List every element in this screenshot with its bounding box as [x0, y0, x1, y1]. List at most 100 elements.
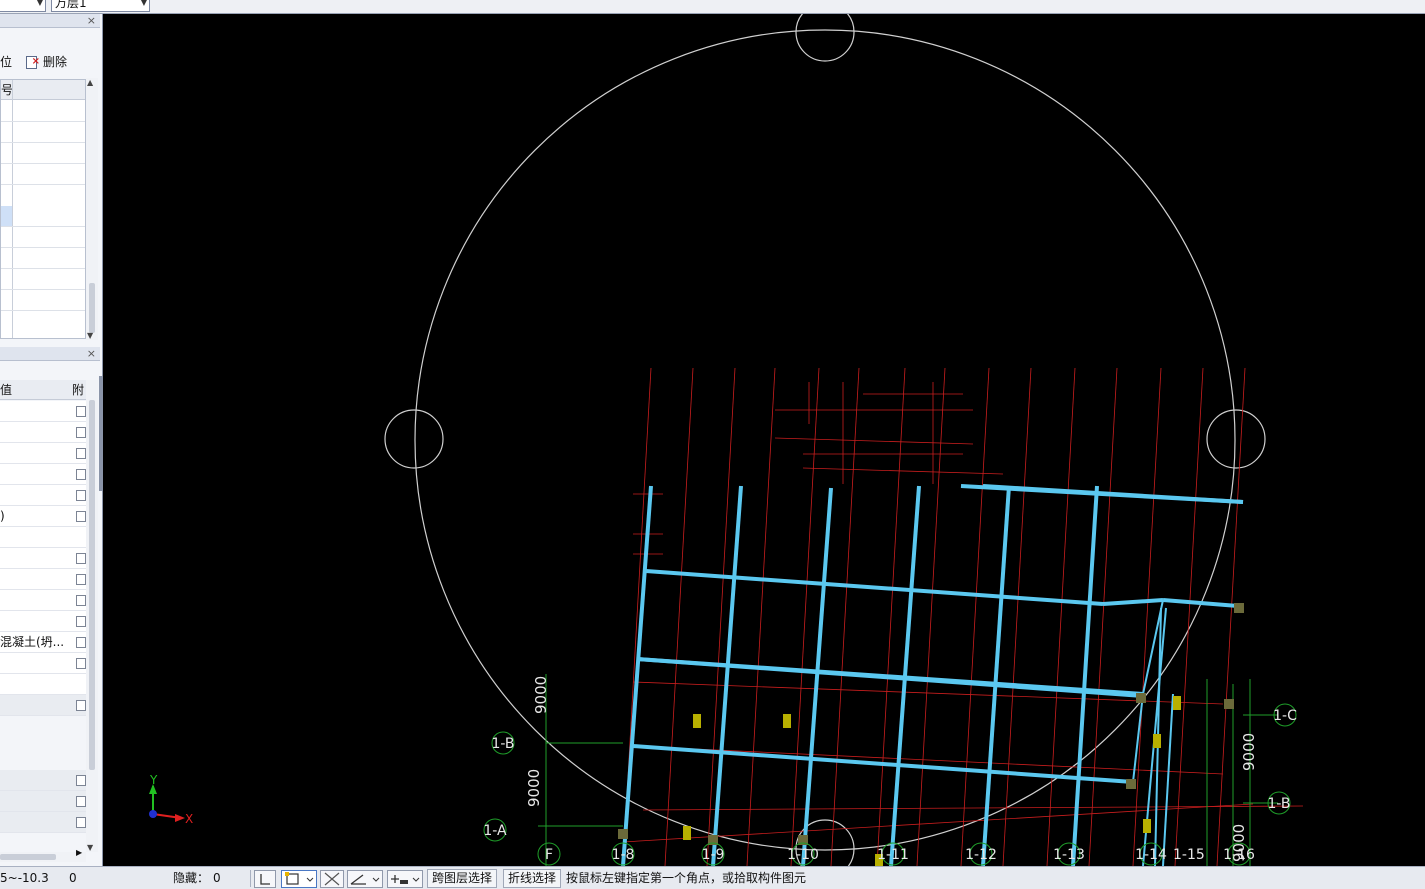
- component-list-scrollbar[interactable]: ▲ ▼: [86, 78, 98, 340]
- property-row[interactable]: [0, 464, 86, 485]
- property-row[interactable]: [0, 548, 86, 569]
- property-row[interactable]: [0, 674, 86, 695]
- property-row[interactable]: [0, 590, 86, 611]
- delete-button[interactable]: 删除: [43, 51, 67, 73]
- property-row[interactable]: [0, 527, 86, 548]
- axis-label: 1-11: [877, 847, 909, 863]
- delete-icon[interactable]: [26, 51, 40, 73]
- ucs-axis-icon: Y X: [149, 773, 193, 826]
- scroll-up-icon[interactable]: ▲: [87, 78, 93, 87]
- attached-checkbox[interactable]: [76, 658, 86, 669]
- beam: [1162, 693, 1174, 866]
- drawing-canvas[interactable]: 1-B 1-A F 1-8 1-9 1-10 1-11 1-12 1-13 1-14 1-16 1-C…: [103, 14, 1425, 866]
- axis-label: 1-A: [483, 823, 507, 839]
- axis-line-red: [642, 805, 1304, 811]
- axis-label: 1-8: [612, 847, 635, 863]
- property-row[interactable]: [0, 443, 86, 464]
- attached-checkbox[interactable]: [76, 511, 86, 522]
- axis-line-red: [1088, 367, 1118, 866]
- property-row[interactable]: [0, 485, 86, 506]
- property-row[interactable]: [0, 695, 86, 716]
- grid-divider: [12, 80, 13, 338]
- attached-checkbox[interactable]: [76, 595, 86, 606]
- dimension-text: 9000: [532, 676, 550, 714]
- annotation-mark: [783, 714, 791, 728]
- axis-label: 1-C: [1273, 708, 1297, 724]
- annotation-mark: [1153, 734, 1161, 748]
- polyline-select-button[interactable]: 折线选择: [503, 869, 562, 888]
- marker-circle-top: [795, 14, 855, 62]
- close-icon[interactable]: ×: [87, 14, 96, 28]
- attached-checkbox[interactable]: [76, 490, 86, 501]
- layer-combo[interactable]: 万层1 ▼: [51, 0, 150, 12]
- marker-circle-left: [384, 409, 444, 469]
- hscrollbar-thumb[interactable]: [0, 854, 56, 860]
- property-row[interactable]: [0, 791, 86, 812]
- attached-checkbox[interactable]: [76, 775, 86, 786]
- axis-label: 1-14: [1135, 847, 1167, 863]
- attached-checkbox[interactable]: [76, 796, 86, 807]
- attached-checkbox[interactable]: [76, 616, 86, 627]
- attached-checkbox[interactable]: [76, 427, 86, 438]
- attached-checkbox[interactable]: [76, 700, 86, 711]
- property-row[interactable]: [0, 401, 86, 422]
- property-row[interactable]: [0, 611, 86, 632]
- close-icon[interactable]: ×: [87, 347, 96, 361]
- scroll-down-icon[interactable]: ▼: [87, 843, 93, 852]
- annotation-mark: [1173, 696, 1181, 710]
- beam: [632, 744, 1134, 784]
- toolbar-fragment-label[interactable]: 位: [0, 51, 12, 73]
- axis-line-red: [746, 367, 776, 866]
- offset-snap-icon[interactable]: [387, 870, 423, 888]
- beam-lines: [621, 484, 1244, 866]
- attached-checkbox[interactable]: [76, 469, 86, 480]
- boundary-circle: [414, 29, 1236, 851]
- annotation-mark: [683, 826, 691, 840]
- property-row[interactable]: [0, 569, 86, 590]
- scroll-down-icon[interactable]: ▼: [87, 331, 93, 340]
- axis-label: 1-13: [1053, 847, 1085, 863]
- property-row[interactable]: [0, 770, 86, 791]
- snap-toggle-icon[interactable]: [281, 870, 317, 888]
- property-row[interactable]: [0, 653, 86, 674]
- property-row[interactable]: ): [0, 506, 86, 527]
- grid-row-line: [1, 184, 85, 185]
- properties-scrollbar[interactable]: ▼: [86, 380, 98, 852]
- green-grid-lines: [538, 674, 1278, 866]
- attached-checkbox[interactable]: [76, 448, 86, 459]
- cad-drawing[interactable]: 1-B1-AF 1-8 1-9 1-10 1-11 1-12 1-13 1-14 1-161-C…: [103, 14, 1425, 866]
- cross-snap-icon[interactable]: [320, 870, 344, 888]
- marker-circle-right: [1206, 409, 1266, 469]
- cross-layer-select-button[interactable]: 跨图层选择: [427, 869, 498, 888]
- floor-combo[interactable]: ▼: [0, 0, 46, 12]
- separator: [250, 870, 251, 887]
- attached-checkbox[interactable]: [76, 574, 86, 585]
- ortho-toggle-icon[interactable]: [254, 870, 276, 888]
- scrollbar-thumb[interactable]: [89, 283, 95, 333]
- column-mark: [618, 829, 628, 839]
- column-header-attached: 附: [72, 383, 85, 397]
- property-row[interactable]: 混凝土(坍...: [0, 632, 86, 653]
- beam: [1102, 598, 1164, 606]
- properties-header: ×: [0, 347, 100, 361]
- outline-line-red: [774, 437, 974, 445]
- property-row[interactable]: [0, 422, 86, 443]
- property-row[interactable]: [0, 812, 86, 833]
- outline-line-red: [802, 467, 1004, 475]
- properties-hscrollbar[interactable]: ▶: [0, 848, 86, 862]
- attached-checkbox[interactable]: [76, 817, 86, 828]
- scroll-right-icon[interactable]: ▶: [76, 848, 82, 857]
- beam: [711, 485, 743, 866]
- scrollbar-thumb[interactable]: [89, 400, 95, 770]
- attached-checkbox[interactable]: [76, 553, 86, 564]
- beam: [982, 484, 1244, 504]
- column-marks: [618, 603, 1244, 845]
- component-toolbar: 位 删除: [0, 51, 100, 73]
- attached-checkbox[interactable]: [76, 406, 86, 417]
- dimension-text: 9000: [1230, 824, 1248, 862]
- hidden-count-value: 0: [213, 871, 221, 885]
- selected-row[interactable]: [1, 206, 12, 226]
- beam: [1071, 485, 1099, 866]
- attached-checkbox[interactable]: [76, 637, 86, 648]
- angle-snap-icon[interactable]: [347, 870, 383, 888]
